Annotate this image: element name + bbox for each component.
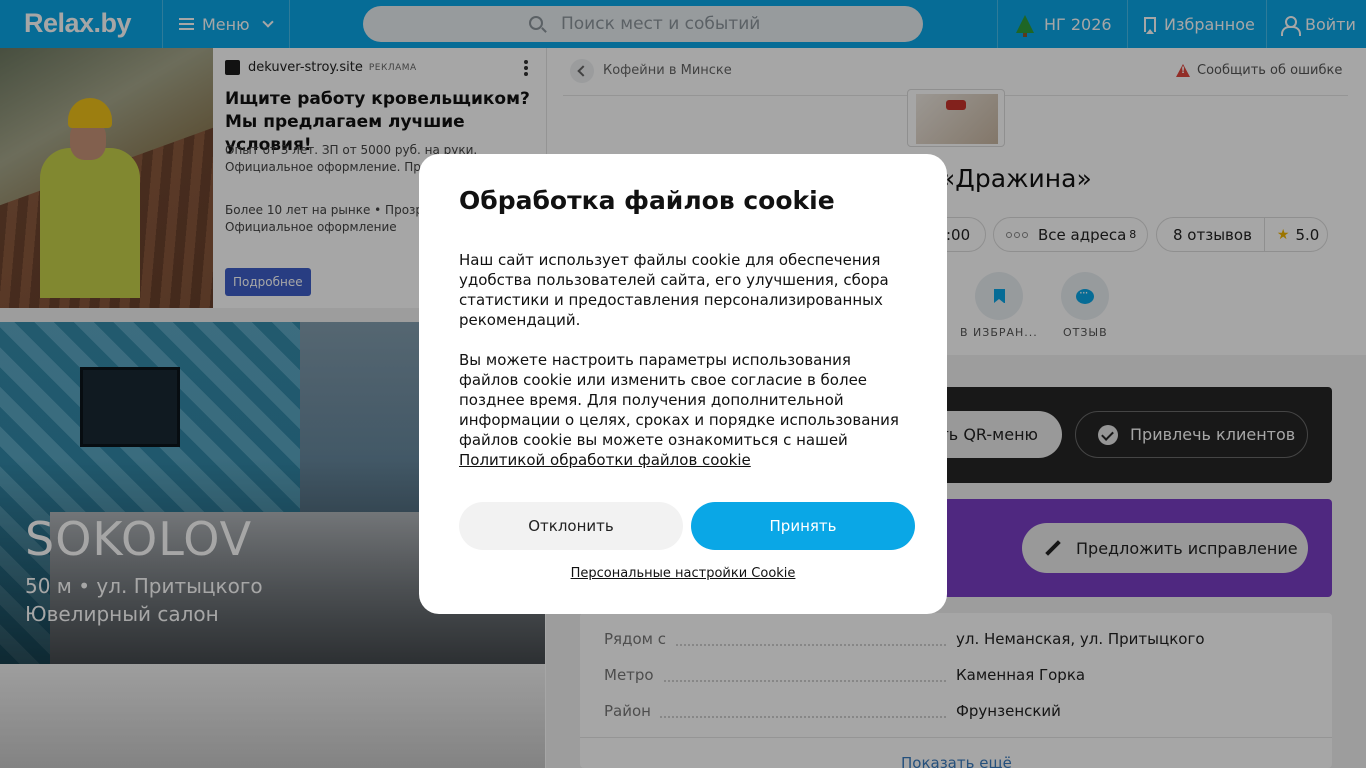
cookie-text-2: Вы можете настроить параметры использова… (459, 350, 909, 470)
cookie-settings-link: Персональные настройки Cookie (419, 566, 947, 581)
accept-button[interactable]: Принять (691, 502, 915, 550)
cookie-text-1: Наш сайт использует файлы cookie для обе… (459, 251, 889, 329)
cookie-settings-label[interactable]: Персональные настройки Cookie (571, 566, 796, 581)
cookie-policy-link[interactable]: Политикой обработки файлов cookie (459, 451, 751, 469)
decline-button[interactable]: Отклонить (459, 502, 683, 550)
cookie-text-2-body: Вы можете настроить параметры использова… (459, 351, 899, 449)
cookie-title: Обработка файлов cookie (459, 186, 835, 215)
cookie-dialog: Обработка файлов cookie Наш сайт использ… (419, 154, 947, 614)
